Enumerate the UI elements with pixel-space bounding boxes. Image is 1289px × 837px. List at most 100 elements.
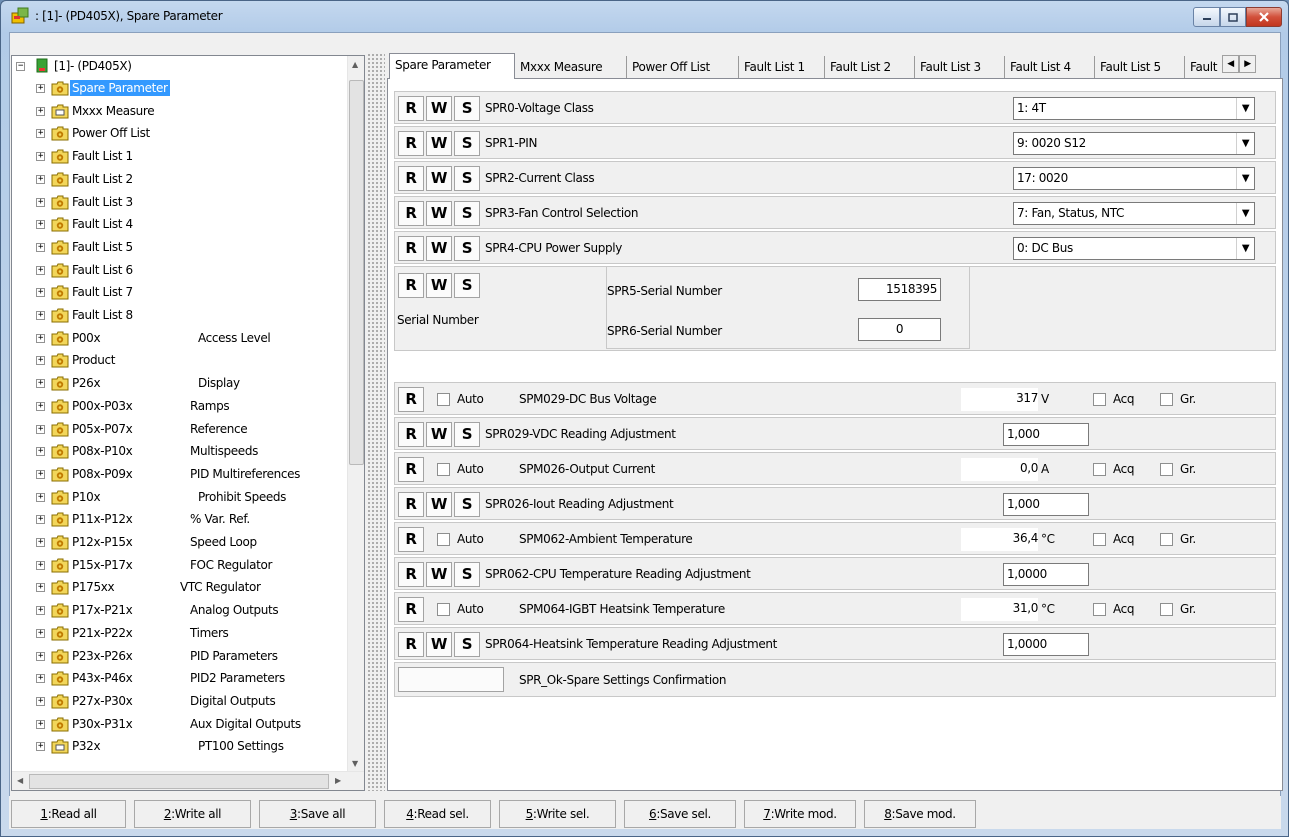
- dropdown-arrow-icon[interactable]: ▼: [1236, 133, 1254, 154]
- tab-fault-partial[interactable]: Fault: [1185, 56, 1223, 78]
- save-button[interactable]: S: [454, 131, 480, 156]
- tree-vertical-scrollbar[interactable]: ▲ ▼: [347, 56, 364, 771]
- tab-scroll-left-icon[interactable]: ◀: [1222, 55, 1239, 73]
- read-button[interactable]: R: [398, 562, 424, 587]
- acq-checkbox[interactable]: [1093, 603, 1106, 616]
- tab-spare-parameter[interactable]: Spare Parameter: [389, 53, 515, 79]
- spr5-serial-input[interactable]: 1518395: [858, 278, 941, 301]
- auto-checkbox[interactable]: [437, 393, 450, 406]
- expand-icon[interactable]: +: [36, 174, 45, 184]
- expand-icon[interactable]: +: [36, 674, 45, 684]
- save-button[interactable]: S: [454, 96, 480, 121]
- tab-mxxx-measure[interactable]: Mxxx Measure: [515, 56, 627, 78]
- collapse-icon[interactable]: −: [16, 62, 25, 71]
- tree-hscroll-thumb[interactable]: [29, 774, 329, 789]
- expand-icon[interactable]: +: [36, 606, 45, 616]
- scroll-left-icon[interactable]: ◀: [17, 776, 23, 785]
- tab-fault-list-5[interactable]: Fault List 5: [1095, 56, 1185, 78]
- expand-icon[interactable]: +: [36, 356, 45, 366]
- expand-icon[interactable]: +: [36, 379, 45, 389]
- maximize-button[interactable]: [1220, 7, 1246, 27]
- tab-fault-list-4[interactable]: Fault List 4: [1005, 56, 1095, 78]
- graph-checkbox[interactable]: [1160, 533, 1173, 546]
- dropdown-arrow-icon[interactable]: ▼: [1236, 168, 1254, 189]
- expand-icon[interactable]: +: [36, 311, 45, 320]
- write-button[interactable]: W: [426, 166, 452, 191]
- graph-checkbox[interactable]: [1160, 463, 1173, 476]
- expand-icon[interactable]: +: [36, 583, 45, 593]
- expand-icon[interactable]: +: [36, 696, 45, 706]
- auto-checkbox[interactable]: [437, 463, 450, 476]
- read-button[interactable]: R: [398, 632, 424, 657]
- fan-control-select[interactable]: 7: Fan, Status, NTC ▼: [1013, 202, 1255, 225]
- heatsink-temp-adjust-input[interactable]: 1,0000: [1003, 633, 1089, 656]
- voltage-class-select[interactable]: 1: 4T ▼: [1013, 97, 1255, 120]
- write-button[interactable]: W: [426, 96, 452, 121]
- read-button[interactable]: R: [398, 273, 424, 298]
- read-button[interactable]: R: [398, 201, 424, 226]
- current-class-select[interactable]: 17: 0020 ▼: [1013, 167, 1255, 190]
- save-button[interactable]: S: [454, 236, 480, 261]
- read-button[interactable]: R: [398, 166, 424, 191]
- bottom-button-4[interactable]: 4:Read sel.: [384, 800, 491, 828]
- tab-fault-list-1[interactable]: Fault List 1: [739, 56, 825, 78]
- minimize-button[interactable]: [1193, 7, 1220, 27]
- write-button[interactable]: W: [426, 131, 452, 156]
- scroll-right-icon[interactable]: ▶: [335, 776, 341, 785]
- expand-icon[interactable]: +: [36, 129, 45, 139]
- read-button[interactable]: R: [398, 422, 424, 447]
- expand-icon[interactable]: +: [36, 651, 45, 661]
- bottom-button-8[interactable]: 8:Save mod.: [864, 800, 976, 828]
- write-button[interactable]: W: [426, 201, 452, 226]
- expand-icon[interactable]: +: [36, 220, 45, 230]
- read-button[interactable]: R: [398, 236, 424, 261]
- expand-icon[interactable]: +: [36, 628, 45, 638]
- expand-icon[interactable]: +: [36, 197, 45, 207]
- dropdown-arrow-icon[interactable]: ▼: [1236, 98, 1254, 119]
- tab-power-off-list[interactable]: Power Off List: [627, 56, 739, 78]
- bottom-button-2[interactable]: 2:Write all: [134, 800, 251, 828]
- write-button[interactable]: W: [426, 422, 452, 447]
- auto-checkbox[interactable]: [437, 603, 450, 616]
- write-button[interactable]: W: [426, 236, 452, 261]
- dropdown-arrow-icon[interactable]: ▼: [1236, 203, 1254, 224]
- expand-icon[interactable]: +: [36, 560, 45, 570]
- expand-icon[interactable]: +: [36, 447, 45, 457]
- expand-icon[interactable]: +: [36, 469, 45, 479]
- expand-icon[interactable]: +: [36, 152, 45, 162]
- tree-horizontal-scrollbar[interactable]: ◀ ▶: [12, 771, 364, 790]
- tab-fault-list-2[interactable]: Fault List 2: [825, 56, 915, 78]
- acq-checkbox[interactable]: [1093, 393, 1106, 406]
- write-button[interactable]: W: [426, 562, 452, 587]
- cpu-power-supply-select[interactable]: 0: DC Bus ▼: [1013, 237, 1255, 260]
- confirm-button[interactable]: [398, 667, 504, 692]
- tree-scroll-thumb[interactable]: [349, 80, 364, 465]
- close-button[interactable]: [1246, 7, 1282, 27]
- expand-icon[interactable]: +: [36, 242, 45, 252]
- acq-checkbox[interactable]: [1093, 463, 1106, 476]
- graph-checkbox[interactable]: [1160, 603, 1173, 616]
- bottom-button-3[interactable]: 3:Save all: [259, 800, 376, 828]
- pin-select[interactable]: 9: 0020 S12 ▼: [1013, 132, 1255, 155]
- read-button[interactable]: R: [398, 387, 424, 412]
- save-button[interactable]: S: [454, 632, 480, 657]
- save-button[interactable]: S: [454, 201, 480, 226]
- save-button[interactable]: S: [454, 492, 480, 517]
- iout-adjust-input[interactable]: 1,000: [1003, 493, 1089, 516]
- save-button[interactable]: S: [454, 562, 480, 587]
- read-button[interactable]: R: [398, 597, 424, 622]
- write-button[interactable]: W: [426, 273, 452, 298]
- read-button[interactable]: R: [398, 96, 424, 121]
- read-button[interactable]: R: [398, 527, 424, 552]
- spr6-serial-input[interactable]: 0: [858, 318, 941, 341]
- scroll-up-icon[interactable]: ▲: [352, 60, 358, 69]
- scroll-down-icon[interactable]: ▼: [352, 759, 358, 768]
- expand-icon[interactable]: +: [36, 333, 45, 343]
- expand-icon[interactable]: +: [36, 288, 45, 298]
- bottom-button-1[interactable]: 1:Read all: [11, 800, 126, 828]
- expand-icon[interactable]: +: [36, 424, 45, 434]
- bottom-button-7[interactable]: 7:Write mod.: [744, 800, 856, 828]
- expand-icon[interactable]: +: [36, 106, 45, 116]
- save-button[interactable]: S: [454, 166, 480, 191]
- expand-icon[interactable]: +: [36, 265, 45, 275]
